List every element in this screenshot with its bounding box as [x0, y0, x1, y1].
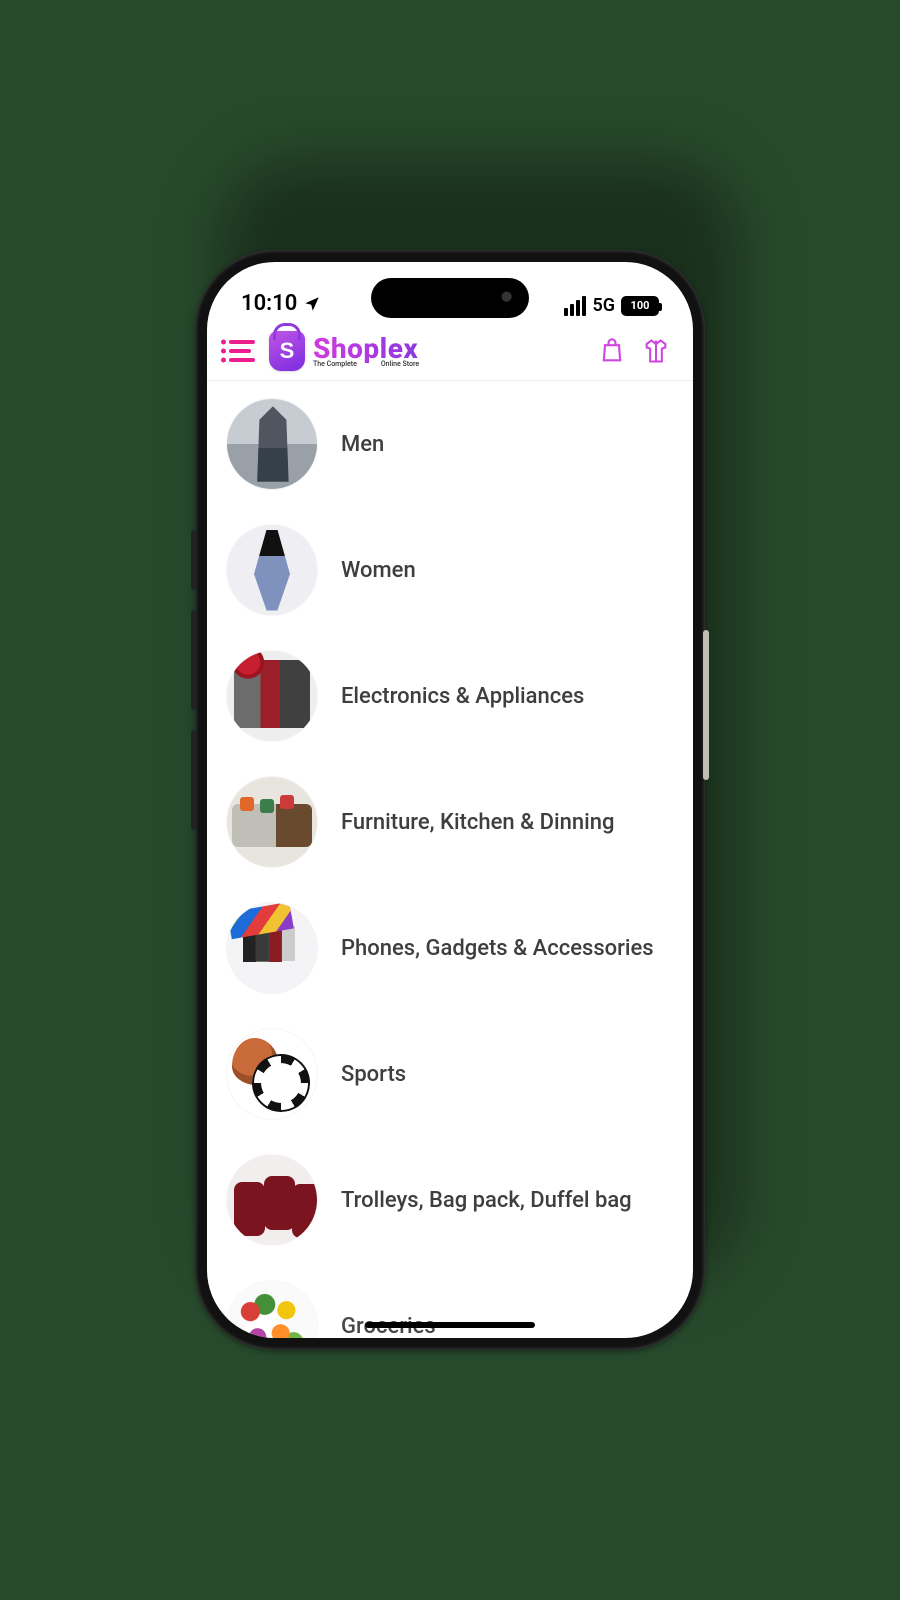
category-women[interactable]: Women	[207, 507, 693, 633]
shopping-bag-icon	[598, 337, 626, 365]
category-electronics[interactable]: Electronics & Appliances	[207, 633, 693, 759]
category-label: Sports	[341, 1062, 406, 1087]
category-sports[interactable]: Sports	[207, 1011, 693, 1137]
category-label: Trolleys, Bag pack, Duffel bag	[341, 1188, 632, 1213]
category-list[interactable]: Men Women Electronics & Appliances Furni…	[207, 381, 693, 1338]
category-phones[interactable]: Phones, Gadgets & Accessories	[207, 885, 693, 1011]
category-label: Phones, Gadgets & Accessories	[341, 936, 654, 961]
network-label: 5G	[592, 295, 615, 316]
front-camera	[501, 291, 515, 305]
shopping-bag-button[interactable]	[597, 336, 627, 366]
power-button	[703, 630, 709, 780]
brand-tagline-right: Online Store	[381, 361, 419, 368]
category-trolleys[interactable]: Trolleys, Bag pack, Duffel bag	[207, 1137, 693, 1263]
volume-button-silent	[191, 530, 197, 590]
home-indicator[interactable]	[365, 1322, 535, 1328]
location-arrow-icon	[303, 295, 321, 313]
category-furniture[interactable]: Furniture, Kitchen & Dinning	[207, 759, 693, 885]
category-thumb	[227, 903, 317, 993]
category-men[interactable]: Men	[207, 381, 693, 507]
volume-button-down	[191, 730, 197, 830]
phone-frame: 10:10 5G 100 S Shoplex The Complete O	[195, 250, 705, 1350]
menu-button[interactable]	[229, 340, 255, 362]
volume-button-up	[191, 610, 197, 710]
category-thumb	[227, 651, 317, 741]
category-label: Men	[341, 432, 384, 457]
category-thumb	[227, 1281, 317, 1338]
battery-icon: 100	[621, 296, 659, 316]
shirt-icon	[642, 337, 670, 365]
app-header: S Shoplex The Complete Online Store	[207, 322, 693, 380]
category-thumb	[227, 399, 317, 489]
wardrobe-button[interactable]	[641, 336, 671, 366]
category-label: Electronics & Appliances	[341, 684, 584, 709]
screen: 10:10 5G 100 S Shoplex The Complete O	[207, 262, 693, 1338]
category-thumb	[227, 525, 317, 615]
brand-name: Shoplex	[313, 335, 419, 363]
logo-bag-icon: S	[269, 331, 305, 371]
dynamic-island	[371, 278, 529, 318]
category-label: Furniture, Kitchen & Dinning	[341, 810, 614, 835]
category-thumb	[227, 1029, 317, 1119]
category-thumb	[227, 777, 317, 867]
signal-icon	[564, 296, 586, 316]
brand-tagline-left: The Complete	[313, 361, 357, 368]
category-thumb	[227, 1155, 317, 1245]
status-time: 10:10	[241, 291, 297, 316]
category-label: Women	[341, 558, 416, 583]
app-logo[interactable]: S Shoplex The Complete Online Store	[269, 331, 419, 371]
